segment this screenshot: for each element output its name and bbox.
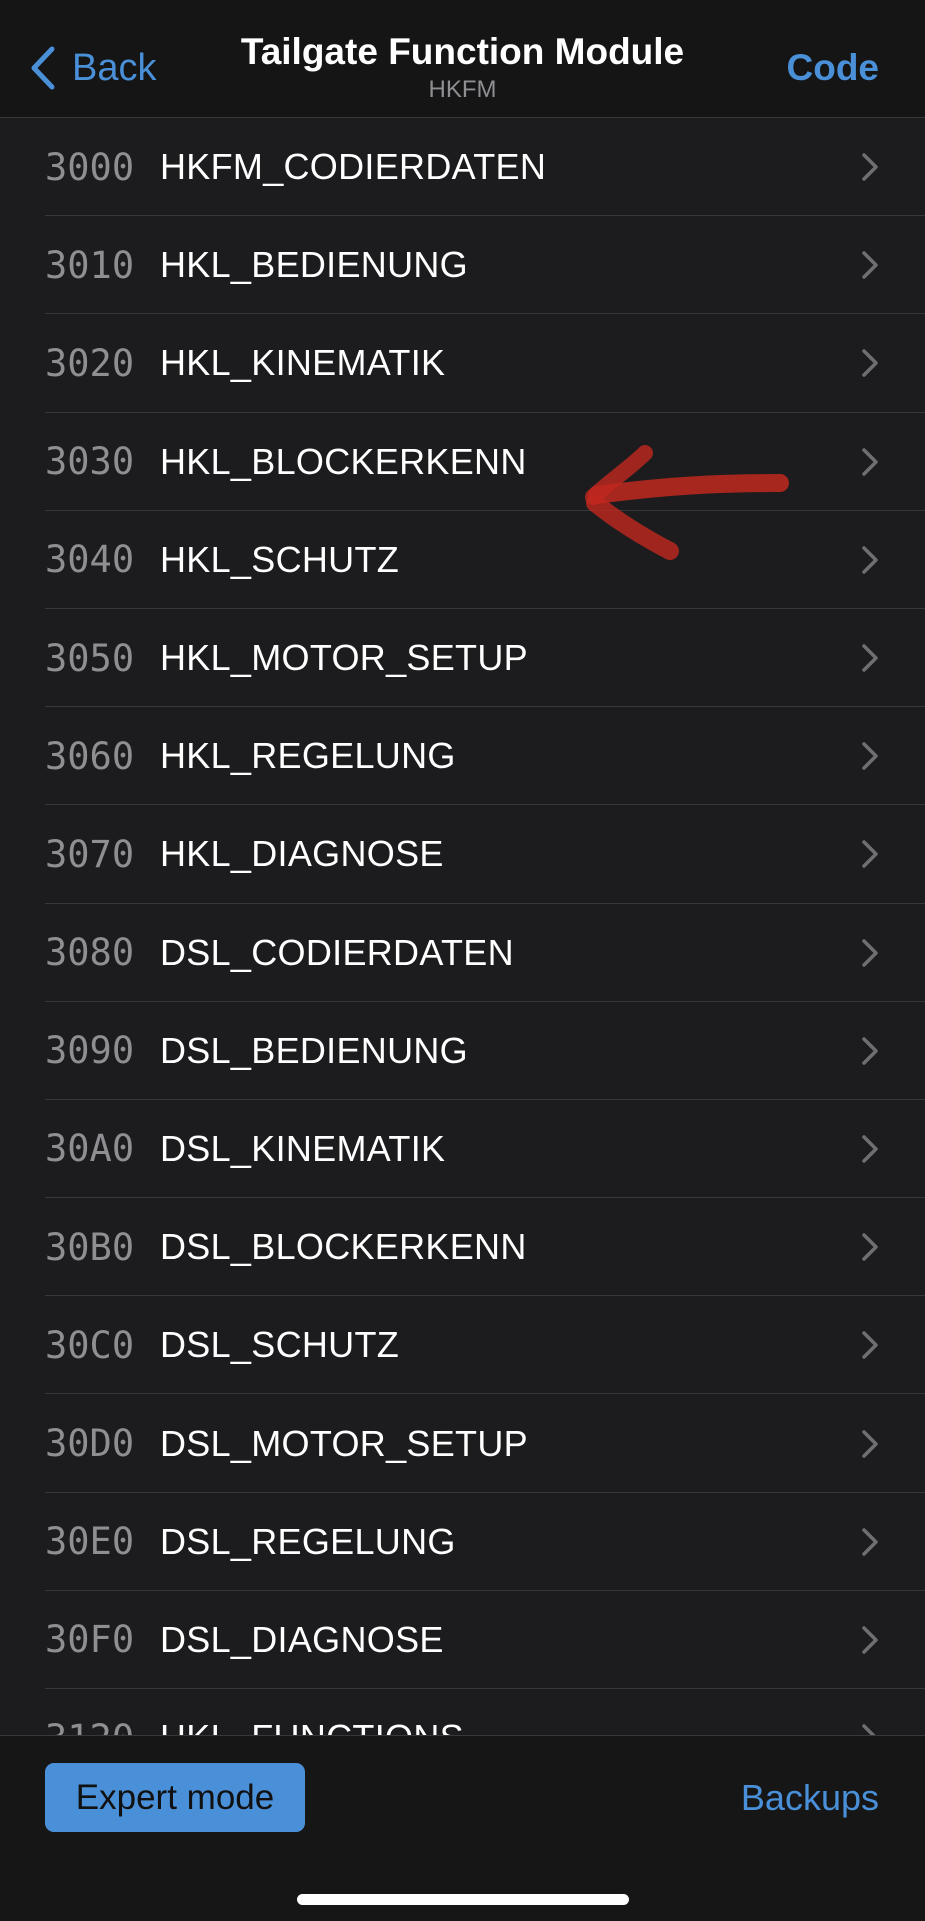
item-code: 30F0	[45, 1618, 135, 1662]
list-item[interactable]: 3080 DSL_CODIERDATEN	[0, 904, 925, 1002]
item-code: 3070	[45, 832, 135, 876]
item-name: DSL_KINEMATIK	[160, 1127, 446, 1169]
item-name: HKL_BLOCKERKENN	[160, 440, 527, 482]
chevron-left-icon	[31, 46, 55, 90]
item-code: 3080	[45, 931, 135, 975]
item-code: 3020	[45, 341, 135, 385]
chevron-right-icon	[862, 251, 878, 280]
chevron-right-icon	[862, 153, 878, 181]
item-code: 30E0	[45, 1520, 135, 1564]
function-list: 3000 HKFM_CODIERDATEN 3010 HKL_BEDIENUNG 302…	[0, 118, 925, 1735]
list-item[interactable]: 3050 HKL_MOTOR_SETUP	[0, 609, 925, 708]
chevron-right-icon	[862, 1429, 878, 1458]
item-name: DSL_SCHUTZ	[160, 1324, 400, 1366]
list-item[interactable]: 3030 HKL_BLOCKERKENN	[0, 413, 925, 511]
item-name: DSL_REGELUNG	[160, 1520, 456, 1562]
item-code: 30B0	[45, 1225, 135, 1269]
chevron-right-icon	[862, 742, 878, 770]
chevron-right-icon	[862, 1233, 878, 1261]
list-item[interactable]: 3070 HKL_DIAGNOSE	[0, 805, 925, 904]
list-item[interactable]: 30C0 DSL_SCHUTZ	[0, 1296, 925, 1395]
expert-mode-button[interactable]: Expert mode	[45, 1763, 305, 1832]
list-item[interactable]: 3020 HKL_KINEMATIK	[0, 314, 925, 413]
chevron-right-icon	[862, 1331, 878, 1360]
item-name: HKL_DIAGNOSE	[160, 833, 444, 875]
chevron-right-icon	[862, 1135, 878, 1163]
item-code: 3120	[45, 1717, 134, 1735]
back-button[interactable]: Back	[26, 44, 156, 92]
backups-button[interactable]: Backups	[741, 1763, 879, 1832]
list-item[interactable]: 30A0 DSL_KINEMATIK	[0, 1100, 925, 1199]
item-name: HKL_KINEMATIK	[160, 342, 446, 384]
item-name: DSL_BLOCKERKENN	[160, 1226, 527, 1268]
list-item[interactable]: 30D0 DSL_MOTOR_SETUP	[0, 1394, 925, 1493]
item-name: DSL_CODIERDATEN	[160, 931, 514, 973]
item-code: 30D0	[45, 1422, 135, 1466]
item-name: DSL_MOTOR_SETUP	[160, 1422, 528, 1464]
item-code: 3090	[45, 1029, 135, 1073]
item-code: 30C0	[45, 1323, 135, 1367]
list-item[interactable]: 30B0 DSL_BLOCKERKENN	[0, 1198, 925, 1297]
chevron-right-icon	[862, 1724, 876, 1735]
list-item[interactable]: 3000 HKFM_CODIERDATEN	[0, 118, 925, 217]
item-code: 3040	[45, 538, 135, 582]
item-name: HKL_SCHUTZ	[160, 538, 400, 580]
list-item[interactable]: 3040 HKL_SCHUTZ	[0, 511, 925, 610]
item-name: HKFM_CODIERDATEN	[160, 146, 547, 188]
code-button[interactable]: Code	[787, 44, 880, 92]
home-indicator	[297, 1894, 629, 1905]
chevron-right-icon	[862, 644, 878, 672]
chevron-right-icon	[862, 349, 878, 378]
list-item[interactable]: 3060 HKL_REGELUNG	[0, 707, 925, 806]
list-item[interactable]: 30F0 DSL_DIAGNOSE	[0, 1591, 925, 1690]
list-item[interactable]: 30E0 DSL_REGELUNG	[0, 1493, 925, 1592]
item-name: HKL_REGELUNG	[160, 735, 456, 777]
back-label: Back	[72, 46, 157, 89]
item-name: HKL_BEDIENUNG	[160, 244, 468, 286]
chevron-right-icon	[862, 938, 878, 967]
bottom-toolbar: Expert mode Backups	[0, 1735, 925, 1921]
item-name: HKL_FUNCTIONS	[160, 1717, 464, 1735]
chevron-right-icon	[862, 1527, 878, 1556]
item-code: 30A0	[45, 1127, 135, 1171]
chevron-right-icon	[862, 447, 878, 476]
chevron-right-icon	[862, 1037, 878, 1065]
item-code: 3000	[45, 145, 135, 189]
item-code: 3050	[45, 636, 135, 680]
chevron-right-icon	[862, 546, 878, 574]
item-name: HKL_MOTOR_SETUP	[160, 637, 528, 679]
item-name: DSL_DIAGNOSE	[160, 1618, 444, 1660]
item-code: 3060	[45, 734, 135, 778]
item-code: 3030	[45, 440, 135, 484]
list-item[interactable]: 3090 DSL_BEDIENUNG	[0, 1002, 925, 1101]
list-item[interactable]: 3120 HKL_FUNCTIONS	[0, 1689, 925, 1735]
chevron-right-icon	[862, 840, 878, 869]
item-code: 3010	[45, 243, 135, 287]
chevron-right-icon	[862, 1626, 878, 1654]
list-item[interactable]: 3010 HKL_BEDIENUNG	[0, 216, 925, 315]
item-name: DSL_BEDIENUNG	[160, 1029, 468, 1071]
navigation-bar: Back Tailgate Function Module HKFM Code	[0, 0, 925, 118]
